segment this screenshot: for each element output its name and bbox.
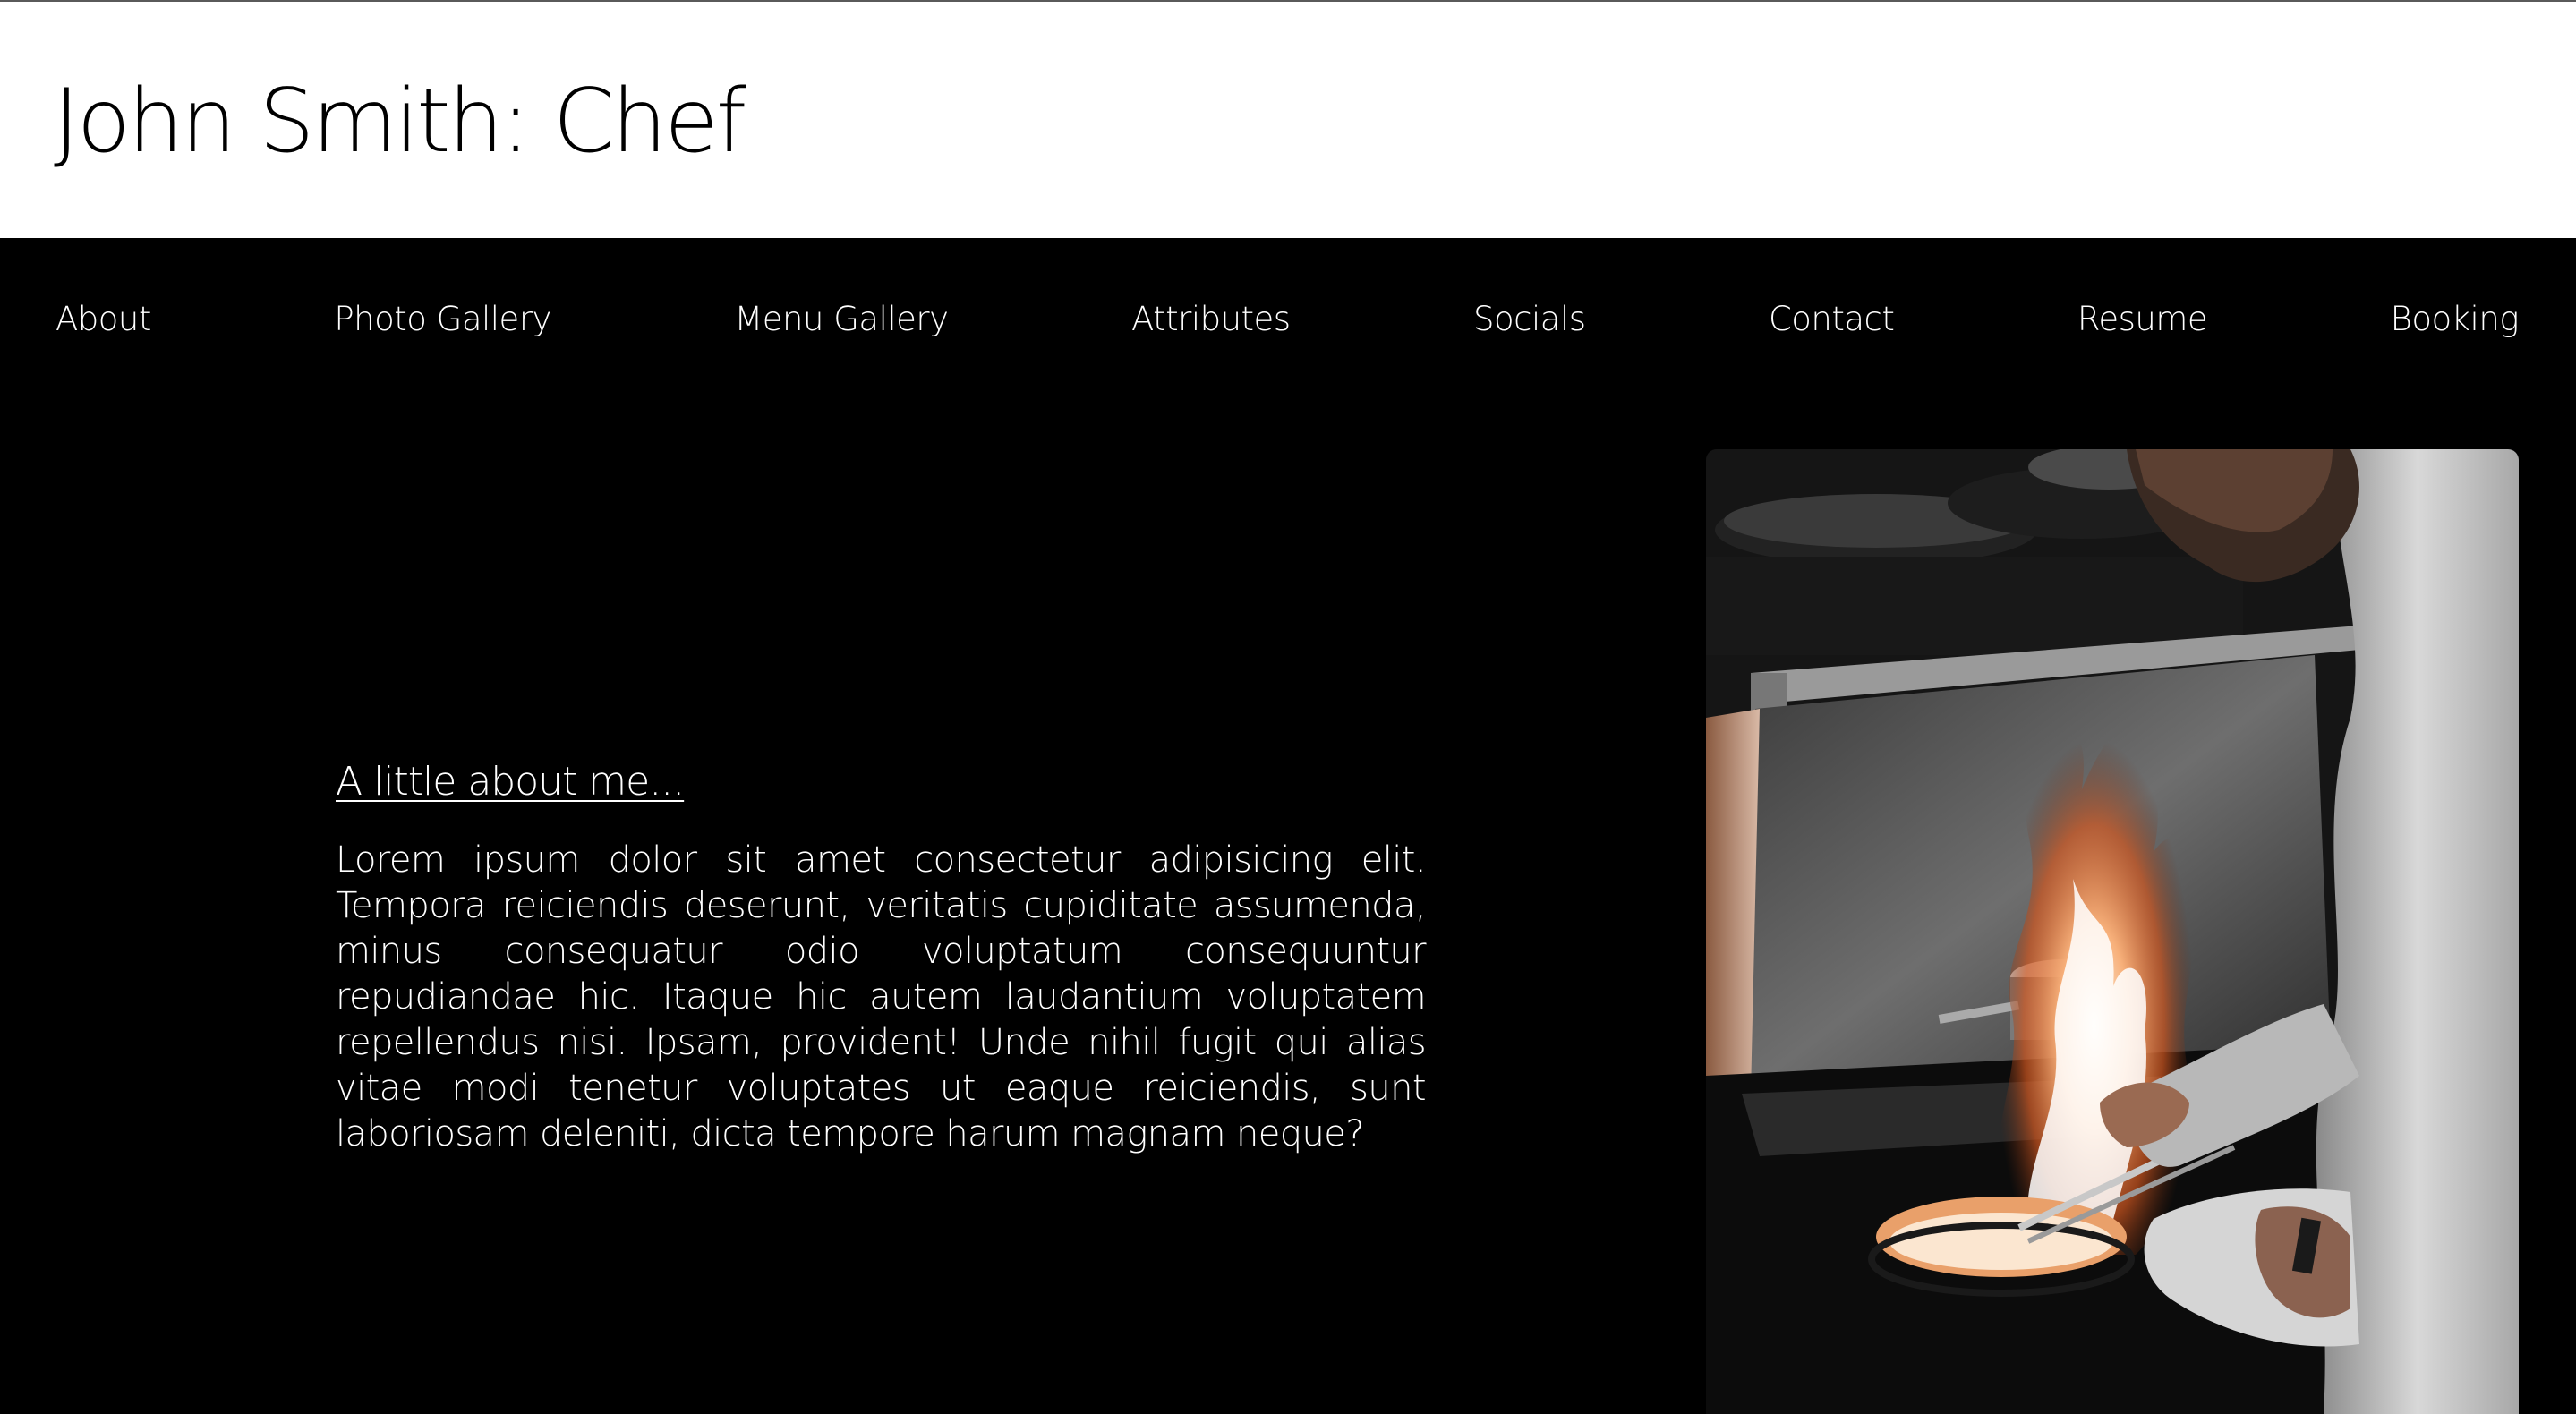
site-title: John Smith: Chef: [54, 71, 746, 173]
nav-link-socials[interactable]: Socials: [1473, 300, 1586, 338]
main-section: About Photo Gallery Menu Gallery Attribu…: [0, 238, 2576, 1414]
nav-link-attributes[interactable]: Attributes: [1131, 300, 1291, 338]
site-header: John Smith: Chef: [0, 2, 2576, 238]
nav-link-menu-gallery[interactable]: Menu Gallery: [734, 300, 949, 338]
nav-link-booking[interactable]: Booking: [2391, 300, 2520, 338]
nav-link-contact[interactable]: Contact: [1769, 300, 1895, 338]
about-section: A little about me... Lorem ipsum dolor s…: [336, 757, 1427, 1157]
main-nav: About Photo Gallery Menu Gallery Attribu…: [55, 292, 2520, 345]
about-paragraph: Lorem ipsum dolor sit amet consectetur a…: [336, 839, 1427, 1154]
chef-cooking-photo: [1706, 449, 2519, 1414]
about-heading: A little about me...: [336, 759, 685, 805]
nav-link-about[interactable]: About: [55, 300, 151, 338]
nav-link-resume[interactable]: Resume: [2077, 300, 2208, 338]
nav-link-photo-gallery[interactable]: Photo Gallery: [334, 300, 551, 338]
